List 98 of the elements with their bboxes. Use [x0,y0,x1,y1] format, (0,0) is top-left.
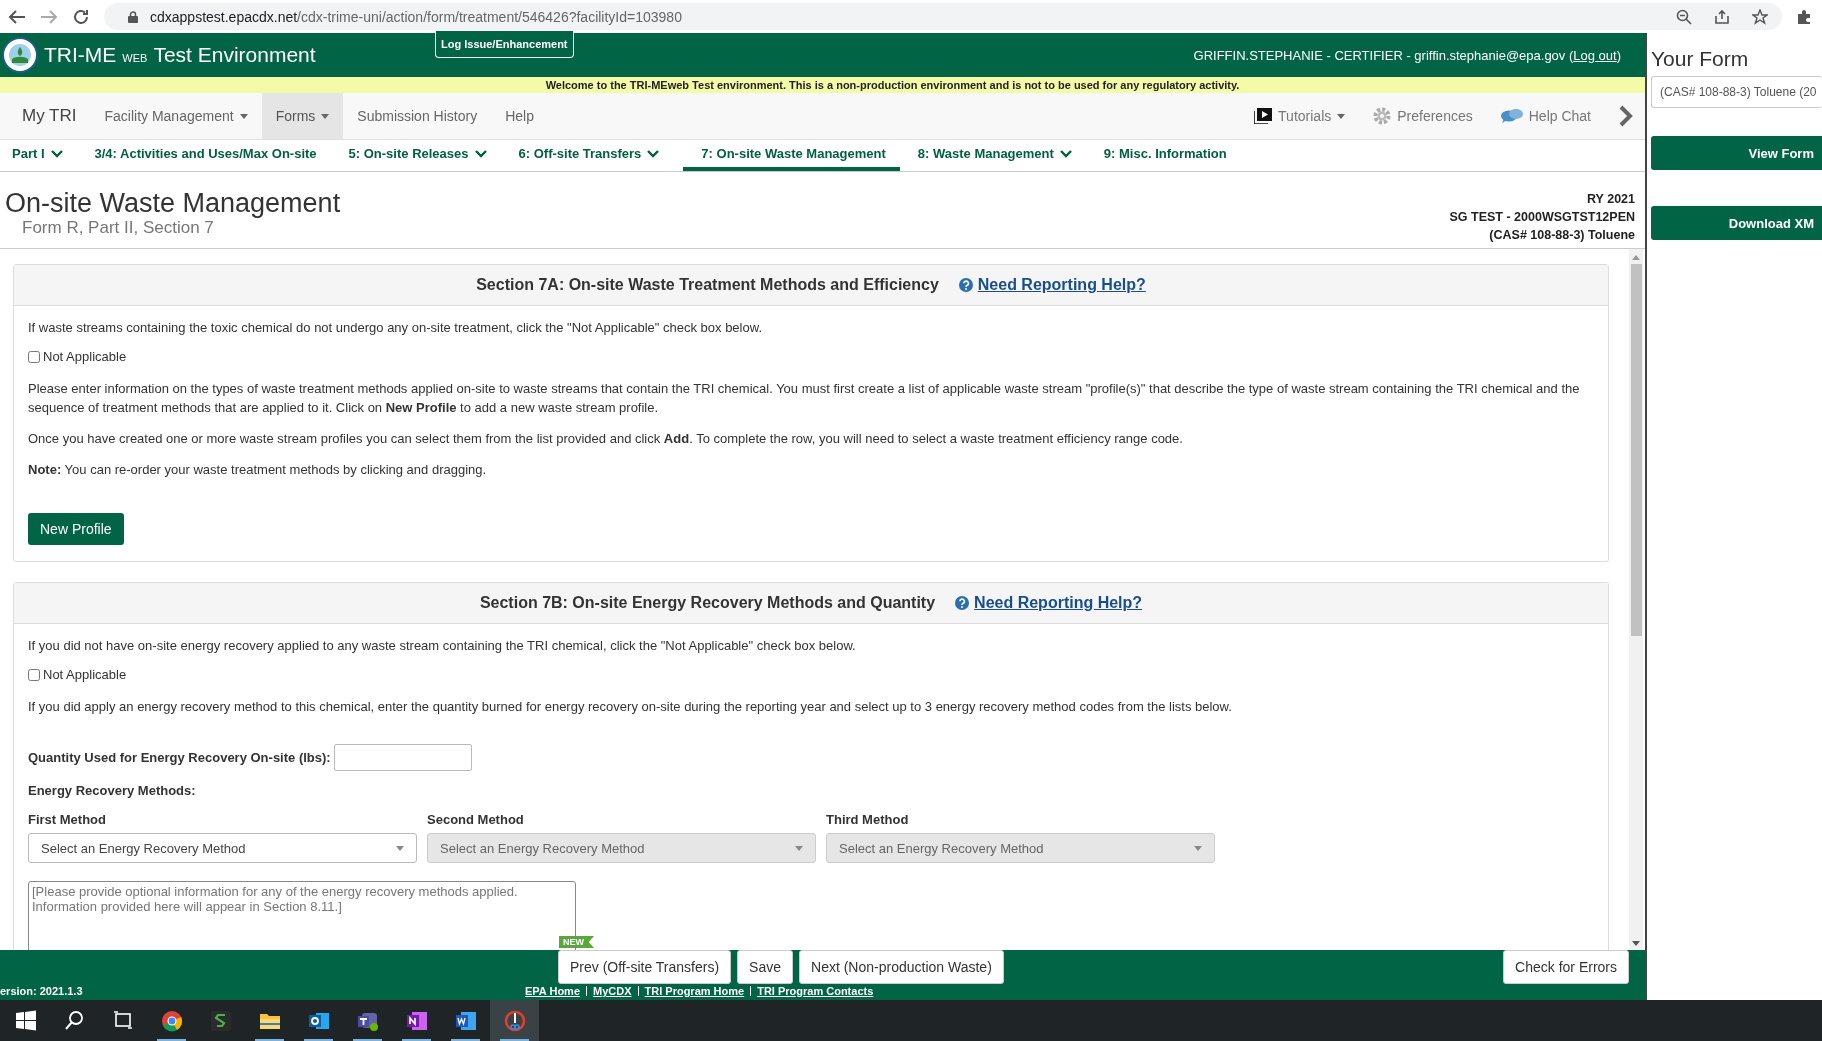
nav-button[interactable]: Save [737,950,794,984]
user-info: GRIFFIN.STEPHANIE - CERTIFIER - griffin.stephanie@epa.gov ( [1193,47,1574,63]
seal-logo-icon [2,37,38,73]
caret-icon [795,845,803,851]
scroll-down-icon [1632,941,1640,946]
panel-button[interactable]: Download XM [1651,206,1822,240]
footer-link[interactable]: EPA Home [525,985,580,997]
caret-icon [1337,113,1346,119]
app-title: TRI-ME WEB Test Environment [44,43,316,67]
section-heading: Section 7A: On-site Waste Treatment Methods and Efficiency [476,276,939,294]
checkbox-label: Not Applicable [43,667,127,682]
menu-link[interactable]: Tutorials [1254,108,1346,124]
star-icon[interactable] [1752,8,1768,25]
panel-title: Your Form [1650,47,1750,71]
quantity-field[interactable] [333,744,472,771]
instructions-text: Please enter information on the types of waste treatment methods applied on-site to waste streams that contain the TRI chemical. You must first create a list of applicable waste stream "profile(s)" that describe the type of waste stream containing the TRI chemical and the sequence of treatment methods that are applied to it. Click on New Profile to add a new waste stream profile. [28,380,1581,417]
menu-item[interactable]: Submission History [343,93,492,139]
back-arrow-icon[interactable] [8,8,26,25]
instructions-text: If waste streams containing the toxic chemical do not undergo any on-site treatment, click the "Not Applicable" check box below. [28,319,763,337]
help-link[interactable]: Need Reporting Help? [977,276,1146,294]
notebook-app-icon[interactable] [405,1009,428,1032]
instructions-text: If you did apply an energy recovery method to this chemical, enter the quantity burned for energy recovery on-site during the reporting year and select up to 3 energy recovery method codes from the lists below. [28,698,1233,716]
section-tab[interactable]: 9: Misc. Information [1103,140,1241,171]
environment-banner: Welcome to the TRI-MEweb Test environment. This is a non-production environment and is not to be used for any regulatory activity. [0,77,1645,93]
help-link[interactable]: Need Reporting Help? [974,594,1143,612]
section-tab[interactable]: 5: On-site Releases [348,140,501,171]
menu-item[interactable]: Forms [261,93,344,139]
nav-button[interactable]: Prev (Off-site Transfers) [558,950,732,984]
log-issue-button[interactable]: Log Issue/Enhancement [435,31,574,58]
logout-link[interactable]: Log out [1573,47,1617,63]
caret-icon [396,845,404,851]
reload-icon[interactable] [72,7,90,26]
field-label: First Method [28,812,107,827]
s-app-icon[interactable] [209,1009,232,1032]
scroll-up-icon [1632,255,1640,260]
zoom-out-icon[interactable] [1676,8,1692,25]
home-link[interactable]: My TRI [8,106,91,126]
section-tab[interactable]: Part I [12,140,77,171]
menu-item[interactable]: Facility Management [90,93,262,139]
instructions-text: Note: You can re-order your waste treatment methods by clicking and dragging. [28,461,488,479]
caret-icon [239,113,248,119]
new-profile-button[interactable]: New Profile [28,513,124,545]
menu-link[interactable]: Preferences [1373,107,1473,125]
search-icon[interactable] [62,1009,85,1032]
checkbox-label: Not Applicable [43,349,127,364]
section-tab[interactable]: 6: Off-site Transfers [518,140,674,171]
scissors-tool-icon[interactable] [503,1009,526,1032]
share-icon[interactable] [1714,8,1730,25]
menu-item[interactable]: Help [491,93,548,139]
url-text: cdxappstest.epacdx.net/cdx-trime-uni/action/form/treatment/546426?facilityId=103980 [150,8,682,25]
caret-icon [321,113,330,119]
puzzle-icon[interactable] [1796,8,1812,25]
nav-button[interactable]: Next (Non-production Waste) [799,950,1004,984]
version-text: ersion: 2021.1.3 [0,985,83,997]
chevron-right-icon[interactable] [1619,105,1633,127]
panel-button[interactable]: View Form [1651,136,1822,170]
not-applicable-checkbox[interactable] [28,668,40,681]
gear-icon [1373,107,1392,125]
page-title: On-site Waste Management [5,188,341,218]
not-applicable-checkbox[interactable] [28,350,40,363]
address-bar[interactable]: cdxappstest.epacdx.net/cdx-trime-uni/action/form/treatment/546426?facilityId=103980 [104,3,1782,30]
help-icon [955,596,970,610]
scrollbar[interactable] [1629,249,1643,950]
section-tab[interactable]: 3/4: Activities and Uses/Max On-site [94,140,331,171]
field-label: Second Method [427,812,525,827]
footer-link[interactable]: MyCDX [593,985,632,997]
page-subtitle: Form R, Part II, Section 7 [21,218,215,238]
form-info: RY 2021 [1586,191,1635,208]
chrome-icon[interactable] [160,1009,183,1032]
caret-icon [1194,845,1202,851]
section-heading: Section 7B: On-site Energy Recovery Methods and Quantity [479,594,936,612]
chat-bubbles-icon [1500,108,1523,124]
field-label: Quantity Used for Energy Recovery On-site (lbs): [28,750,331,765]
field-label: Third Method [826,812,910,827]
form-dropdown[interactable]: (CAS# 108-88-3) Toluene (20 [1651,76,1822,108]
chevron-down-icon [474,149,487,158]
form-info: SG TEST - 2000WSGTST12PEN [1449,209,1635,226]
footer-link[interactable]: TRI Program Home [644,985,745,997]
menu-link[interactable]: Help Chat [1500,108,1591,124]
start-icon[interactable] [13,1009,36,1032]
new-ribbon: NEW [559,936,594,948]
video-icon [1254,108,1273,124]
instructions-text: Once you have created one or more waste stream profiles you can select them from the list provided and click Add. To complete the row, you will need to select a waste treatment efficiency range code. [28,430,1184,448]
method-dropdown[interactable]: Select an Energy Recovery Method [28,833,417,863]
chevron-down-icon [1059,149,1072,158]
instructions-text: If you did not have on-site energy recovery applied to any waste stream containing the TRI chemical, click the "Not Applicable" check box below. [28,637,857,655]
help-icon [958,278,973,292]
check-errors-button[interactable]: Check for Errors [1503,950,1629,984]
chevron-down-icon [50,149,63,158]
field-label: Energy Recovery Methods: [28,783,197,798]
document-app-icon[interactable] [454,1009,477,1032]
form-info: (CAS# 108-88-3) Toluene [1488,227,1635,244]
section-tab[interactable]: 7: On-site Waste Management [683,140,900,171]
section-tab[interactable]: 8: Waste Management [917,140,1086,171]
chevron-down-icon [647,149,660,158]
footer-link[interactable]: TRI Program Contacts [757,985,874,997]
lock-icon [128,10,138,23]
user-info-end: ) [1616,47,1621,63]
